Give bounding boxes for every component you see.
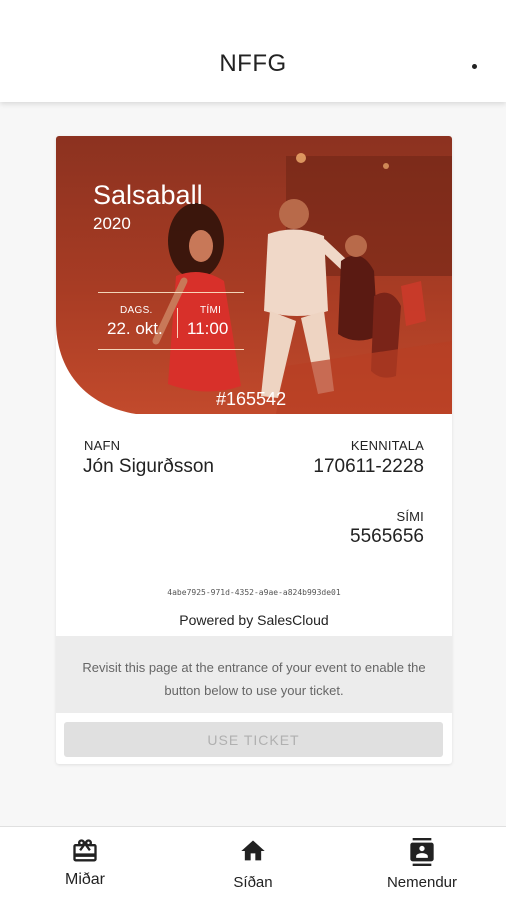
time-label: TÍMI xyxy=(200,305,222,316)
phone-label: SÍMI xyxy=(396,509,424,524)
nav-label: Síðan xyxy=(233,874,273,891)
nav-item-nemendur[interactable]: Nemendur xyxy=(362,827,482,901)
time-value: 11:00 xyxy=(187,319,229,338)
app-bar: NFFG xyxy=(0,0,506,102)
nav-label: Nemendur xyxy=(386,874,458,891)
page-title: NFFG xyxy=(219,50,287,77)
kennitala-label: KENNITALA xyxy=(350,438,424,453)
ticket-card: Salsaball 2020 DAGS. 22. okt. TÍMI 11:00… xyxy=(56,136,452,764)
nav-label: Miðar xyxy=(64,871,105,888)
more-horizontal-icon xyxy=(471,63,477,69)
nav-item-sidan[interactable]: Síðan xyxy=(193,827,313,901)
divider xyxy=(98,349,244,350)
date-label: DAGS. xyxy=(120,305,153,316)
contact-card-icon xyxy=(362,837,482,867)
notice-text: Revisit this page at the entrance of you… xyxy=(82,660,426,698)
event-year: 2020 xyxy=(93,214,131,233)
powered-by: Powered by SalesCloud xyxy=(179,612,329,628)
kennitala-value: 170611-2228 xyxy=(313,456,424,477)
event-photo xyxy=(56,136,452,414)
event-name: Salsaball xyxy=(93,180,203,210)
notice-banner: Revisit this page at the entrance of you… xyxy=(56,636,452,713)
nav-item-midar[interactable]: Miðar xyxy=(25,827,145,901)
use-ticket-button[interactable]: USE TICKET xyxy=(64,722,443,757)
ticket-number: #165542 xyxy=(216,389,287,409)
more-menu-button[interactable] xyxy=(460,54,488,78)
event-hero-image: Salsaball 2020 DAGS. 22. okt. TÍMI 11:00… xyxy=(56,136,452,414)
phone-value: 5565656 xyxy=(350,526,424,547)
name-value: Jón Sigurðsson xyxy=(83,456,214,477)
home-icon xyxy=(193,837,313,865)
divider xyxy=(177,308,178,338)
gift-card-icon xyxy=(25,837,145,865)
name-label: NAFN xyxy=(84,438,121,453)
date-value: 22. okt. xyxy=(107,319,163,338)
bottom-navigation: Miðar Síðan Nemendur xyxy=(0,826,506,901)
ticket-uuid: 4abe7925-971d-4352-a9ae-a824b993de01 xyxy=(167,588,341,597)
divider xyxy=(98,292,244,293)
